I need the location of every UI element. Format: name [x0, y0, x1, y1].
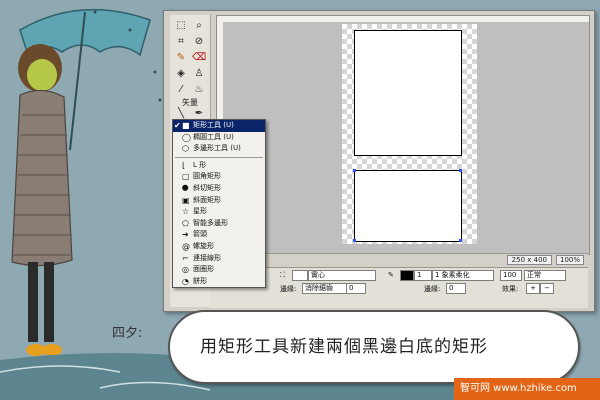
checkmark-icon: ✔: [174, 121, 181, 130]
menu-item-label: 橢圓工具 (U): [193, 132, 234, 141]
stroke-pencil-icon: ✎: [388, 271, 394, 279]
menu-item-label: 箭頭: [193, 230, 207, 239]
blend-mode-select[interactable]: 正常: [524, 270, 566, 281]
rectangle-shape-1[interactable]: [354, 30, 462, 156]
pencil-tool-icon[interactable]: ✎: [174, 51, 188, 65]
selection-handle[interactable]: [353, 169, 356, 172]
eraser-tool-icon[interactable]: ⌫: [192, 51, 206, 65]
menu-item-chamfer-rect[interactable]: ▣ 斜面矩形: [173, 195, 265, 207]
square-icon: ■: [182, 121, 190, 130]
effects-label: 效果:: [502, 285, 519, 293]
site-watermark: 智可网 www.hzhike.com: [454, 378, 600, 400]
stroke-color-swatch[interactable]: [400, 270, 414, 281]
menu-item-ellipse-tool[interactable]: ◯ 橢圓工具 (U): [173, 132, 265, 144]
chamfer-rect-icon: ▣: [182, 195, 190, 205]
document-canvas-area: [216, 15, 590, 255]
star-icon: ☆: [182, 207, 190, 217]
menu-item-rounded-rect[interactable]: ▢ 圓角矩形: [173, 171, 265, 183]
menu-item-label: 多邊形工具 (U): [193, 144, 241, 153]
menu-item-label: 圓角矩形: [193, 172, 221, 181]
menu-item-label: 矩形工具 (U): [193, 121, 234, 129]
pie-icon: ◔: [182, 276, 189, 286]
menu-item-smart-polygon[interactable]: ⬠ 智能多邊形: [173, 218, 265, 230]
stroke-size[interactable]: 1: [414, 270, 432, 281]
doughnut-icon: ◎: [182, 265, 189, 275]
remove-effect-button[interactable]: −: [540, 283, 554, 294]
menu-item-bevel-rect[interactable]: ⯃ 斜切矩形: [173, 183, 265, 195]
menu-item-label: 斜切矩形: [193, 183, 221, 192]
rubber-stamp-icon[interactable]: ♙: [192, 67, 206, 81]
paint-bucket-icon[interactable]: ♨: [192, 83, 206, 97]
menu-item-label: 面圈形: [193, 265, 214, 274]
menu-item-polygon-tool[interactable]: ⬡ 多邊形工具 (U): [173, 143, 265, 155]
circle-icon: ◯: [182, 132, 191, 142]
property-inspector: ⛶ 實心 邊緣: 消除鋸齒 0 ✎ 1 1 象素柔化 邊緣: 0 100 正常 …: [210, 267, 588, 308]
menu-item-doughnut[interactable]: ◎ 面圈形: [173, 264, 265, 276]
fill-color-swatch[interactable]: [292, 270, 308, 281]
speech-bubble: 用矩形工具新建兩個黑邊白底的矩形: [168, 310, 580, 384]
menu-item-label: 斜面矩形: [193, 195, 221, 204]
polygon-icon: ⬡: [182, 144, 189, 154]
zoom-level[interactable]: 100%: [555, 255, 584, 265]
selection-handle[interactable]: [353, 239, 356, 242]
opacity-input[interactable]: 100: [500, 270, 522, 281]
menu-item-label: 餅形: [193, 276, 207, 285]
shape-tool-flyout-menu: ✔ ■ 矩形工具 (U) ◯ 橢圓工具 (U) ⬡ 多邊形工具 (U) ⌊ L 形…: [172, 119, 266, 289]
lasso-tool-icon[interactable]: ⌕: [192, 19, 206, 33]
crop-tool-icon[interactable]: ⌗: [174, 35, 188, 49]
menu-item-label: L 形: [193, 160, 207, 169]
fill-type-select[interactable]: 實心: [308, 270, 376, 281]
menu-item-label: 智能多邊形: [193, 218, 228, 227]
menu-item-spiral[interactable]: @ 螺旋形: [173, 241, 265, 253]
connector-icon: ⌐: [182, 253, 189, 263]
arrow-icon: ➔: [182, 230, 189, 240]
rounded-rect-icon: ▢: [182, 172, 190, 182]
caption-text: 用矩形工具新建兩個黑邊白底的矩形: [200, 337, 488, 357]
edge-amount-2[interactable]: 0: [446, 283, 466, 294]
add-effect-button[interactable]: +: [526, 283, 540, 294]
menu-item-l-shape[interactable]: ⌊ L 形: [173, 160, 265, 172]
menu-item-connector[interactable]: ⌐ 連接線形: [173, 253, 265, 265]
selection-handle[interactable]: [459, 239, 462, 242]
blur-tool-icon[interactable]: ◈: [174, 67, 188, 81]
canvas-size-readout: 250 x 400: [506, 255, 552, 265]
edge-label: 邊緣:: [280, 285, 297, 293]
status-bar: 250 x 400 100%: [216, 253, 588, 266]
bevel-rect-icon: ⯃: [182, 183, 189, 193]
edge-label-2: 邊緣:: [424, 285, 441, 293]
speaker-label: 四夕:: [112, 326, 143, 341]
edge-amount[interactable]: 0: [346, 283, 366, 294]
stroke-type-select[interactable]: 1 象素柔化: [432, 270, 494, 281]
document-canvas[interactable]: [342, 24, 477, 244]
menu-item-arrow[interactable]: ➔ 箭頭: [173, 229, 265, 241]
l-shape-icon: ⌊: [182, 160, 186, 170]
eyedropper-tool-icon[interactable]: ⁄: [174, 83, 188, 97]
menu-separator: [175, 156, 263, 158]
spiral-icon: @: [182, 241, 190, 251]
rectangle-shape-2[interactable]: [354, 170, 462, 242]
menu-item-star[interactable]: ☆ 星形: [173, 206, 265, 218]
selection-handle[interactable]: [459, 169, 462, 172]
slice-tool-icon[interactable]: ⊘: [192, 35, 206, 49]
smart-polygon-icon: ⬠: [182, 218, 189, 228]
menu-item-pie[interactable]: ◔ 餅形: [173, 276, 265, 288]
menu-item-rectangle-tool[interactable]: ✔ ■ 矩形工具 (U): [173, 120, 265, 132]
pointer-tool-icon[interactable]: ⬚: [174, 19, 188, 33]
fill-bucket-icon: ⛶: [280, 271, 285, 279]
menu-item-label: 連接線形: [193, 253, 221, 262]
edge-select[interactable]: 消除鋸齒: [302, 283, 348, 294]
menu-item-label: 螺旋形: [193, 241, 214, 250]
horizontal-ruler: [217, 16, 589, 22]
menu-item-label: 星形: [193, 207, 207, 216]
